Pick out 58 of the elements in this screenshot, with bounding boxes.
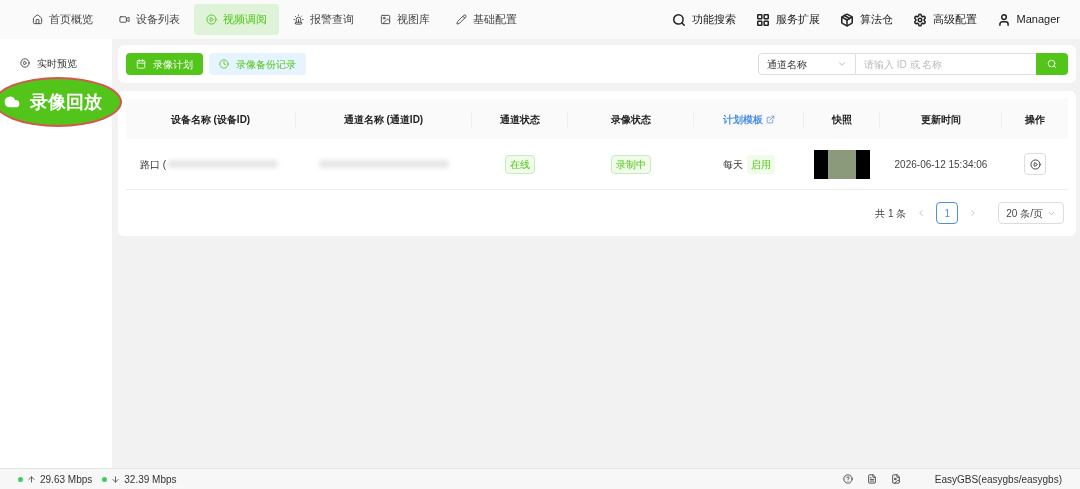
arrow-up-icon	[27, 474, 36, 484]
column-header: 更新时间	[920, 112, 961, 127]
column-header: 设备名称 (设备ID)	[170, 112, 251, 127]
help-icon[interactable]	[842, 474, 853, 484]
header-action[interactable]: Manager	[996, 11, 1060, 28]
arrow-down-icon	[111, 474, 121, 484]
column-header: 通道名称 (通道ID)	[343, 112, 424, 127]
nav-tab[interactable]: 基础配置	[444, 4, 529, 35]
play-icon	[206, 14, 217, 25]
enabled-tag: 启用	[747, 154, 775, 174]
search-icon	[1047, 59, 1057, 69]
chevron-down-icon	[837, 59, 847, 69]
total-count: 共 1 条	[875, 206, 907, 221]
page-button[interactable]: 1	[936, 202, 959, 224]
user-icon	[996, 12, 1011, 27]
calendar-icon	[136, 59, 146, 69]
sidebar-item[interactable]: 实时预览	[0, 53, 112, 73]
search-icon	[671, 12, 686, 27]
status-tag: 录制中	[611, 154, 651, 174]
nav-tab[interactable]: 首页概览	[20, 4, 105, 35]
account-label: EasyGBS(easygbs/easygbs)	[934, 472, 1062, 487]
upload-speed: 29.63 Mbps	[40, 472, 93, 487]
column-header: 通道状态	[499, 112, 540, 127]
column-header: 录像状态	[610, 112, 651, 127]
external-link-icon	[765, 114, 775, 124]
header-action[interactable]: 功能搜索	[671, 11, 736, 28]
filter-select[interactable]: 通道名称	[758, 53, 856, 75]
file-image-icon[interactable]	[890, 474, 901, 484]
status-tag: 在线	[505, 154, 535, 174]
column-header: 操作	[1025, 112, 1045, 127]
download-speed: 32.39 Mbps	[124, 472, 177, 487]
pencil-icon	[456, 14, 467, 25]
box-icon	[839, 12, 854, 27]
image-icon	[380, 14, 391, 25]
column-header: 快照	[831, 112, 852, 127]
search-field[interactable]: 请输入 ID 或 名称	[856, 53, 1036, 75]
nav-tab[interactable]: 报警查询	[281, 4, 366, 35]
play-button[interactable]	[1024, 153, 1046, 175]
home-icon	[32, 14, 43, 25]
header-action[interactable]: 高级配置	[912, 11, 977, 28]
document-icon[interactable]	[866, 474, 877, 484]
play-icon	[20, 58, 30, 68]
table-cell-text: 每天	[723, 157, 743, 172]
page-size-select[interactable]: 20 条/页	[998, 202, 1064, 224]
video-camera-icon	[119, 14, 130, 25]
settings-icon	[912, 12, 927, 27]
nav-tab[interactable]: 视图库	[368, 4, 442, 35]
table-cell-text: 路口 (	[140, 157, 167, 172]
play-icon	[1029, 158, 1041, 170]
clock-icon	[219, 59, 229, 69]
snapshot-thumbnail	[814, 149, 870, 179]
grid-icon	[755, 12, 770, 27]
header-action[interactable]: 算法仓	[839, 11, 893, 28]
cloud-icon	[4, 94, 20, 110]
siren-icon	[293, 14, 304, 25]
header-action[interactable]: 服务扩展	[755, 11, 820, 28]
nav-tab[interactable]: 设备列表	[107, 4, 192, 35]
table-cell-text: 2026-06-12 15:34:06	[894, 157, 988, 172]
